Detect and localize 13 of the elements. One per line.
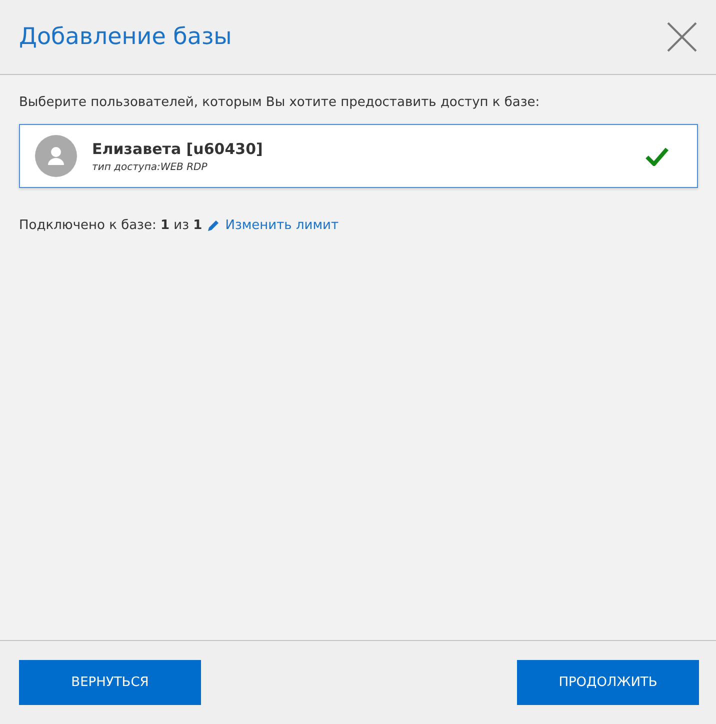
back-button[interactable]: ВЕРНУТЬСЯ [19, 660, 201, 705]
pencil-icon[interactable] [207, 219, 220, 232]
avatar-icon [35, 135, 77, 177]
access-type: тип доступа:WEB RDP [92, 162, 208, 172]
connected-count: Подключено к базе: 1 из 1 [19, 218, 202, 233]
prompt-text: Выберите пользователей, которым Вы хотите предоставить доступ к базе: [19, 95, 541, 110]
change-limit-link[interactable]: Изменить лимит [225, 218, 339, 233]
continue-button[interactable]: ПРОДОЛЖИТЬ [517, 660, 699, 705]
dialog-title: Добавление базы [19, 24, 232, 50]
user-card[interactable]: Елизавета [u60430] тип доступа:WEB RDP [19, 124, 698, 188]
user-name: Елизавета [u60430] [92, 140, 264, 158]
close-icon[interactable] [667, 22, 697, 52]
check-icon [645, 146, 669, 166]
